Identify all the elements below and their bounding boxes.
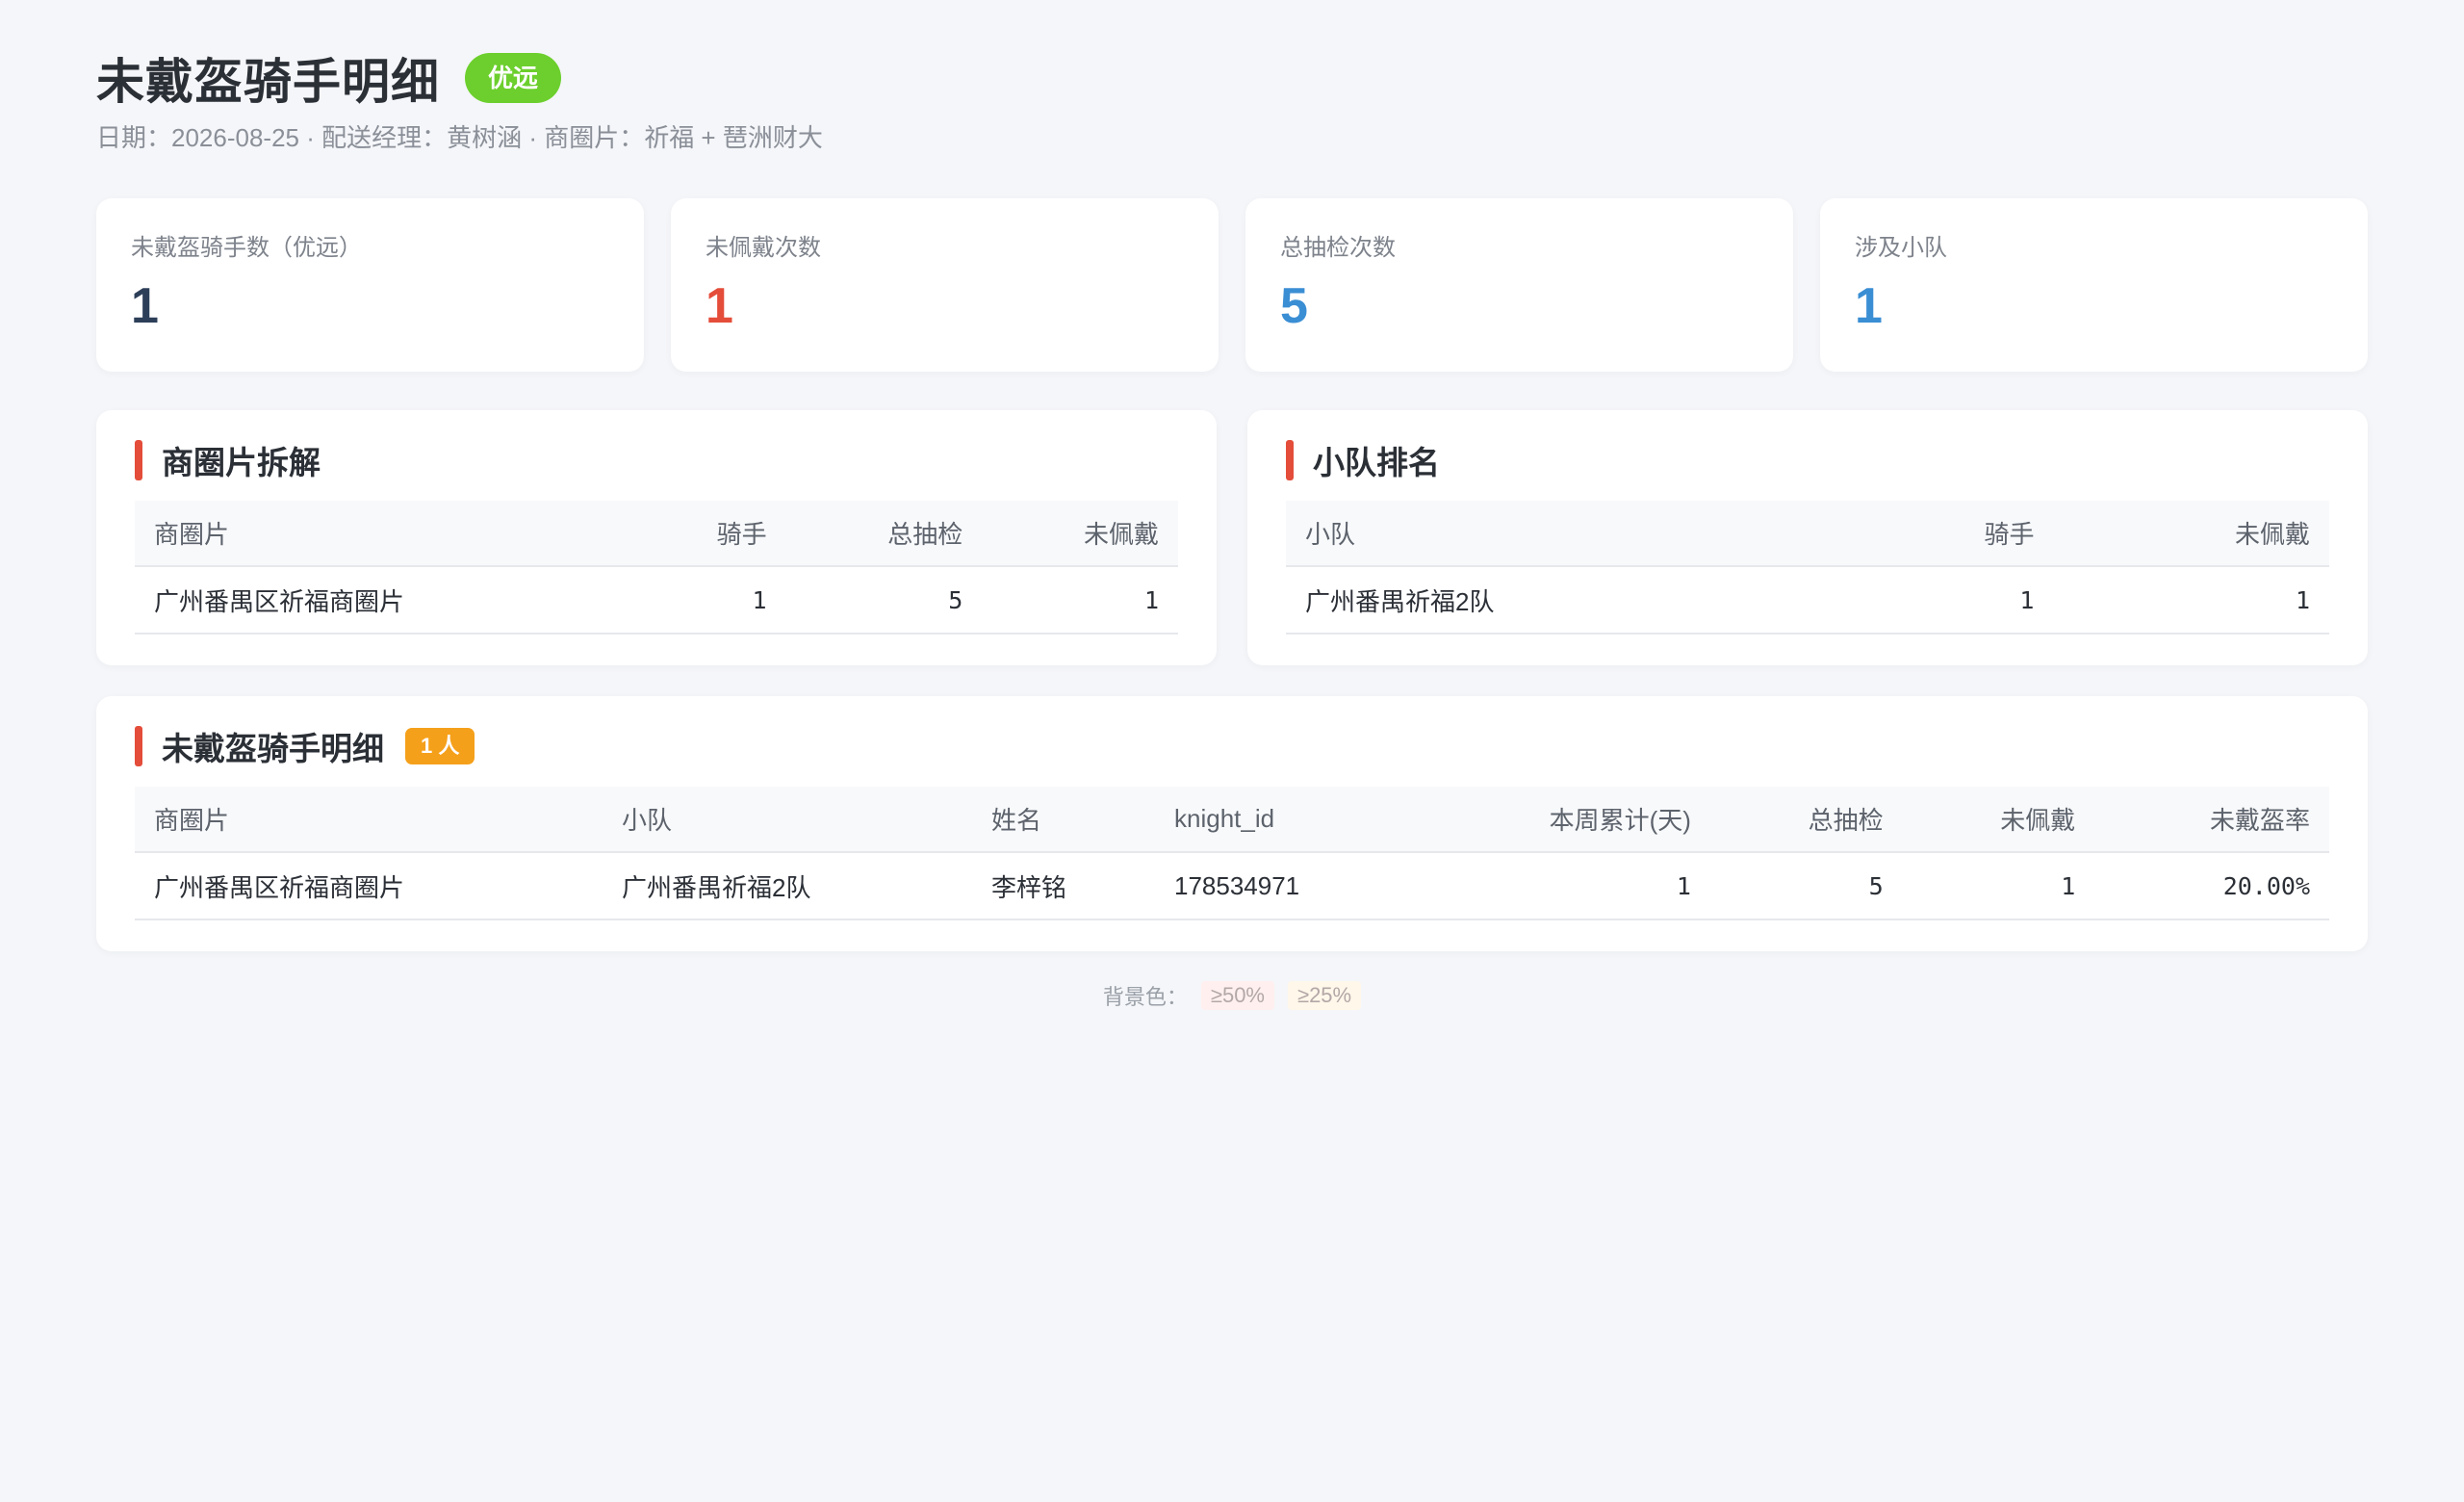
column-header[interactable]: 小队	[603, 787, 972, 853]
table-row[interactable]: 广州番禺区祈福商圈片 广州番禺祈福2队 李梓铭 178534971 1 5 1 …	[135, 852, 2329, 920]
brand-badge: 优远	[465, 53, 562, 103]
header: 未戴盔骑手明细 优远	[96, 48, 2368, 109]
column-header[interactable]: knight_id	[1155, 787, 1405, 853]
kpi-card-unhelmeted-riders: 未戴盔骑手数（优远） 1	[96, 198, 644, 372]
kpi-card-violation-count: 未佩戴次数 1	[671, 198, 1219, 372]
kpi-value: 1	[706, 278, 733, 334]
panel-header: 小队排名	[1286, 439, 2329, 481]
column-header[interactable]: 小队	[1286, 501, 1839, 567]
panel-header: 商圈片拆解	[135, 439, 1178, 481]
table-cell: 广州番禺区祈福商圈片	[135, 852, 603, 920]
legend-label: 背景色：	[1102, 985, 1188, 1009]
kpi-value: 1	[131, 278, 159, 334]
column-header[interactable]: 商圈片	[135, 787, 603, 853]
kpi-label: 涉及小队	[1855, 235, 1947, 261]
column-header[interactable]: 商圈片	[135, 501, 633, 567]
report-page: 未戴盔骑手明细 优远 日期：2026-08-25 · 配送经理：黄树涵 · 商圈…	[96, 48, 2368, 1011]
page-title: 未戴盔骑手明细	[96, 55, 440, 109]
table-cell: 5	[1709, 852, 1903, 920]
rider-detail-panel: 未戴盔骑手明细 1 人 商圈片 小队 姓名 knight_id 本周累计(天) …	[96, 696, 2368, 951]
panel-title: 未戴盔骑手明细	[162, 731, 384, 766]
kpi-label: 未佩戴次数	[706, 235, 821, 261]
table-cell: 5	[785, 566, 983, 634]
column-header[interactable]: 本周累计(天)	[1405, 787, 1710, 853]
accent-bar	[1286, 440, 1294, 480]
table-row[interactable]: 广州番禺祈福2队 1 1	[1286, 566, 2329, 634]
kpi-label: 总抽检次数	[1280, 235, 1396, 261]
table-cell: 1	[2053, 566, 2329, 634]
district-breakdown-panel: 商圈片拆解 商圈片 骑手 总抽检 未佩戴 广州番禺区祈福商圈片 1 5 1	[96, 410, 1217, 665]
table-cell: 1	[1902, 852, 2095, 920]
panel-title: 小队排名	[1313, 445, 1440, 480]
table-cell: 广州番禺祈福2队	[603, 852, 972, 920]
report-subtitle: 日期：2026-08-25 · 配送经理：黄树涵 · 商圈片：祈福 + 琶洲财大	[96, 123, 823, 152]
table-cell: 广州番禺祈福2队	[1286, 566, 1839, 634]
kpi-card-total-checks: 总抽检次数 5	[1245, 198, 1793, 372]
table-header-row: 商圈片 小队 姓名 knight_id 本周累计(天) 总抽检 未佩戴 未戴盔率	[135, 787, 2329, 853]
table-cell: 1	[982, 566, 1178, 634]
team-ranking-panel: 小队排名 小队 骑手 未佩戴 广州番禺祈福2队 1 1	[1247, 410, 2368, 665]
summary-panels: 商圈片拆解 商圈片 骑手 总抽检 未佩戴 广州番禺区祈福商圈片 1 5 1 小队…	[96, 410, 2368, 665]
kpi-value: 1	[1855, 278, 1883, 334]
column-header[interactable]: 未佩戴	[1902, 787, 2095, 853]
panel-header: 未戴盔骑手明细 1 人	[135, 725, 2329, 767]
table-cell: 20.00%	[2094, 852, 2329, 920]
table-cell: 178534971	[1155, 852, 1405, 920]
team-table: 小队 骑手 未佩戴 广州番禺祈福2队 1 1	[1286, 501, 2329, 634]
accent-bar	[135, 726, 142, 766]
panel-title: 商圈片拆解	[162, 445, 321, 480]
color-legend: 背景色： ≥50% ≥25%	[96, 980, 2368, 1011]
rider-detail-table: 商圈片 小队 姓名 knight_id 本周累计(天) 总抽检 未佩戴 未戴盔率…	[135, 787, 2329, 920]
table-cell: 1	[1405, 852, 1710, 920]
table-row[interactable]: 广州番禺区祈福商圈片 1 5 1	[135, 566, 1178, 634]
table-cell: 广州番禺区祈福商圈片	[135, 566, 633, 634]
column-header[interactable]: 未佩戴	[982, 501, 1178, 567]
rider-count-badge: 1 人	[405, 728, 475, 764]
kpi-value: 5	[1280, 278, 1308, 334]
kpi-label: 未戴盔骑手数（优远）	[131, 235, 362, 261]
column-header[interactable]: 总抽检	[1709, 787, 1903, 853]
column-header[interactable]: 总抽检	[785, 501, 983, 567]
column-header[interactable]: 骑手	[632, 501, 786, 567]
table-cell: 李梓铭	[972, 852, 1155, 920]
table-cell: 1	[632, 566, 786, 634]
legend-chip-high: ≥50%	[1200, 981, 1274, 1010]
table-header-row: 小队 骑手 未佩戴	[1286, 501, 2329, 567]
district-table: 商圈片 骑手 总抽检 未佩戴 广州番禺区祈福商圈片 1 5 1	[135, 501, 1178, 634]
kpi-card-teams-involved: 涉及小队 1	[1820, 198, 2368, 372]
table-header-row: 商圈片 骑手 总抽检 未佩戴	[135, 501, 1178, 567]
column-header[interactable]: 未戴盔率	[2094, 787, 2329, 853]
column-header[interactable]: 骑手	[1838, 501, 2054, 567]
legend-chip-mid: ≥25%	[1288, 981, 1362, 1010]
table-cell: 1	[1838, 566, 2054, 634]
column-header[interactable]: 姓名	[972, 787, 1155, 853]
accent-bar	[135, 440, 142, 480]
kpi-row: 未戴盔骑手数（优远） 1 未佩戴次数 1 总抽检次数 5 涉及小队 1	[96, 198, 2368, 372]
column-header[interactable]: 未佩戴	[2053, 501, 2329, 567]
